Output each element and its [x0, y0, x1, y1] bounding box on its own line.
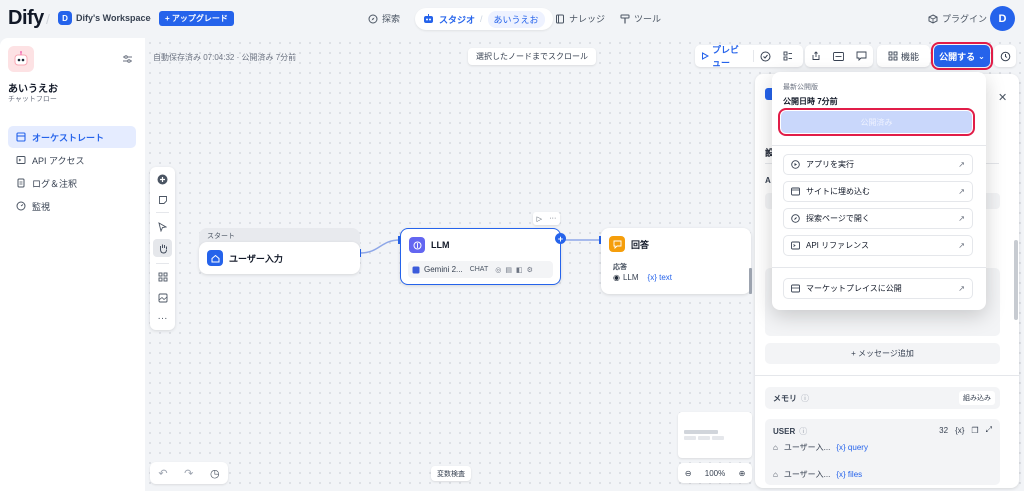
var-source: ユーザー入... [783, 443, 831, 452]
api-reference-item[interactable]: API リファレンス ↗ [783, 235, 973, 256]
llm-mode-chip: CHAT [466, 265, 492, 274]
answer-field-label: 応答 [613, 264, 627, 271]
memory-row: メモリ ⓘ 組み込み [765, 387, 1000, 409]
divider [772, 145, 986, 146]
llm-icon [409, 237, 425, 253]
published-time: 公開日時 7分前 [783, 97, 838, 106]
explore-icon [791, 214, 800, 223]
home-icon: ⌂ [773, 470, 778, 479]
llm-node-title: LLM [431, 240, 450, 250]
run-app-label: アプリを実行 [806, 160, 854, 169]
insert-var-icon[interactable]: {x} [955, 426, 964, 435]
store-icon [791, 284, 800, 293]
node-actions: ▷ ··· [533, 212, 560, 225]
close-icon[interactable]: ✕ [998, 91, 1007, 104]
latest-version-label: 最新公開版 [783, 84, 818, 91]
start-node-title: ユーザー入力 [229, 253, 283, 264]
add-message-button[interactable]: + メッセージ追加 [765, 343, 1000, 364]
llm-node[interactable]: LLM Gemini 2... CHAT ◎ ▤ ◧ ⚙ [400, 228, 561, 285]
api-reference-label: API リファレンス [806, 241, 869, 250]
open-explore-label: 探索ページで開く [806, 214, 870, 223]
help-icon: ⓘ [799, 427, 808, 436]
var-files[interactable]: {x} files [836, 470, 862, 479]
var-query[interactable]: {x} query [836, 443, 868, 452]
zoom-out-icon[interactable]: ⊖ [685, 469, 692, 478]
home-icon [207, 250, 223, 266]
user-prompt-box: USER ⓘ 32 {x} ❐ ⤢ ⌂ ユーザー入... {x} query ⌂… [765, 419, 1000, 485]
edge-start-llm [359, 239, 401, 254]
copy-icon[interactable]: ❐ [971, 426, 978, 435]
answer-var: {x} text [647, 273, 673, 282]
minimap[interactable] [678, 412, 752, 458]
answer-node-title: 回答 [631, 239, 650, 250]
llm-small-icon: ◉ [613, 273, 620, 282]
publish-marketplace-label: マーケットプレイスに公開 [806, 284, 902, 293]
play-circle-icon [791, 160, 800, 169]
answer-source: LLM [622, 273, 639, 282]
vision-icon: ◎ [495, 266, 502, 274]
external-link-icon: ↗ [958, 214, 965, 223]
node-scrollbar [749, 268, 752, 294]
help-icon: ⓘ [801, 394, 809, 403]
add-next-node-icon[interactable]: + [555, 233, 566, 244]
expand-icon[interactable]: ⤢ [986, 425, 992, 435]
video-icon: ◧ [515, 266, 523, 274]
divider [755, 375, 1019, 376]
user-label: USER [773, 427, 796, 436]
tool-call-icon: ⚙ [526, 266, 533, 274]
external-link-icon: ↗ [958, 187, 965, 196]
publish-marketplace-item[interactable]: マーケットプレイスに公開 ↗ [783, 278, 973, 299]
embed-site-item[interactable]: サイトに埋め込む ↗ [783, 181, 973, 202]
published-button[interactable]: 公開済み [778, 108, 975, 136]
run-node-icon[interactable]: ▷ [537, 215, 542, 223]
answer-node[interactable]: 回答 応答 ◉ LLM {x} text [601, 228, 751, 294]
add-message-label: + メッセージ追加 [851, 349, 914, 358]
panel-scrollbar[interactable] [1014, 240, 1018, 320]
llm-model-name: Gemini 2... [424, 265, 463, 274]
zoom-controls: ⊖ 100% ⊕ [678, 463, 752, 483]
external-link-icon: ↗ [958, 160, 965, 169]
embed-icon [791, 187, 800, 196]
terminal-icon [791, 241, 800, 250]
memory-builtin-button[interactable]: 組み込み [959, 391, 995, 405]
more-icon[interactable]: ··· [549, 215, 556, 222]
run-app-item[interactable]: アプリを実行 ↗ [783, 154, 973, 175]
gemini-icon [412, 266, 420, 274]
open-explore-item[interactable]: 探索ページで開く ↗ [783, 208, 973, 229]
zoom-in-icon[interactable]: ⊕ [739, 469, 746, 478]
panel-section-label: A [765, 176, 771, 185]
answer-icon [609, 236, 625, 252]
embed-site-label: サイトに埋め込む [806, 187, 870, 196]
home-icon: ⌂ [773, 443, 778, 452]
variable-inspect-button[interactable]: 変数検査 [431, 466, 471, 481]
memory-label: メモリ [773, 394, 797, 403]
start-node[interactable]: ユーザー入力 [199, 242, 360, 274]
external-link-icon: ↗ [958, 284, 965, 293]
user-token-count: 32 [939, 425, 949, 435]
var-source: ユーザー入... [783, 470, 831, 479]
zoom-level[interactable]: 100% [705, 469, 725, 478]
external-link-icon: ↗ [958, 241, 965, 250]
file-icon: ▤ [505, 266, 512, 274]
divider [772, 267, 986, 268]
start-node-header: スタート [207, 233, 235, 240]
